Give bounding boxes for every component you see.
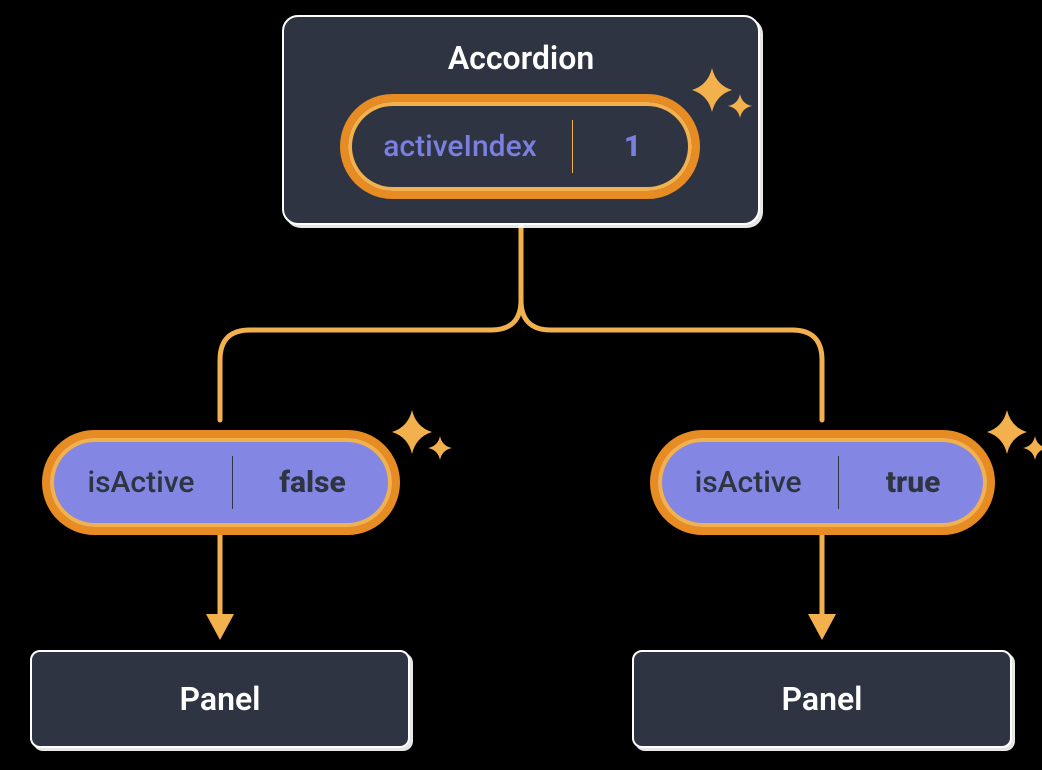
child-component-box-left: Panel — [30, 650, 410, 748]
parent-state-value: 1 — [573, 102, 692, 191]
child-label-right: Panel — [782, 680, 863, 718]
child-prop-key-right: isActive — [658, 438, 838, 527]
parent-state-key: activeIndex — [348, 102, 572, 191]
child-prop-key-left: isActive — [50, 438, 232, 527]
sparkle-icon — [390, 402, 460, 472]
sparkle-icon — [985, 402, 1042, 472]
diagram-canvas: Accordion activeIndex 1 isActive false i… — [0, 0, 1042, 770]
child-prop-pill-left: isActive false — [42, 430, 400, 535]
child-prop-pill-right: isActive true — [650, 430, 995, 535]
child-label-left: Panel — [180, 680, 261, 718]
child-component-box-right: Panel — [632, 650, 1012, 748]
child-prop-value-left: false — [233, 438, 392, 527]
parent-title: Accordion — [284, 39, 758, 77]
parent-state-pill: activeIndex 1 — [340, 94, 700, 199]
child-prop-value-right: true — [839, 438, 987, 527]
